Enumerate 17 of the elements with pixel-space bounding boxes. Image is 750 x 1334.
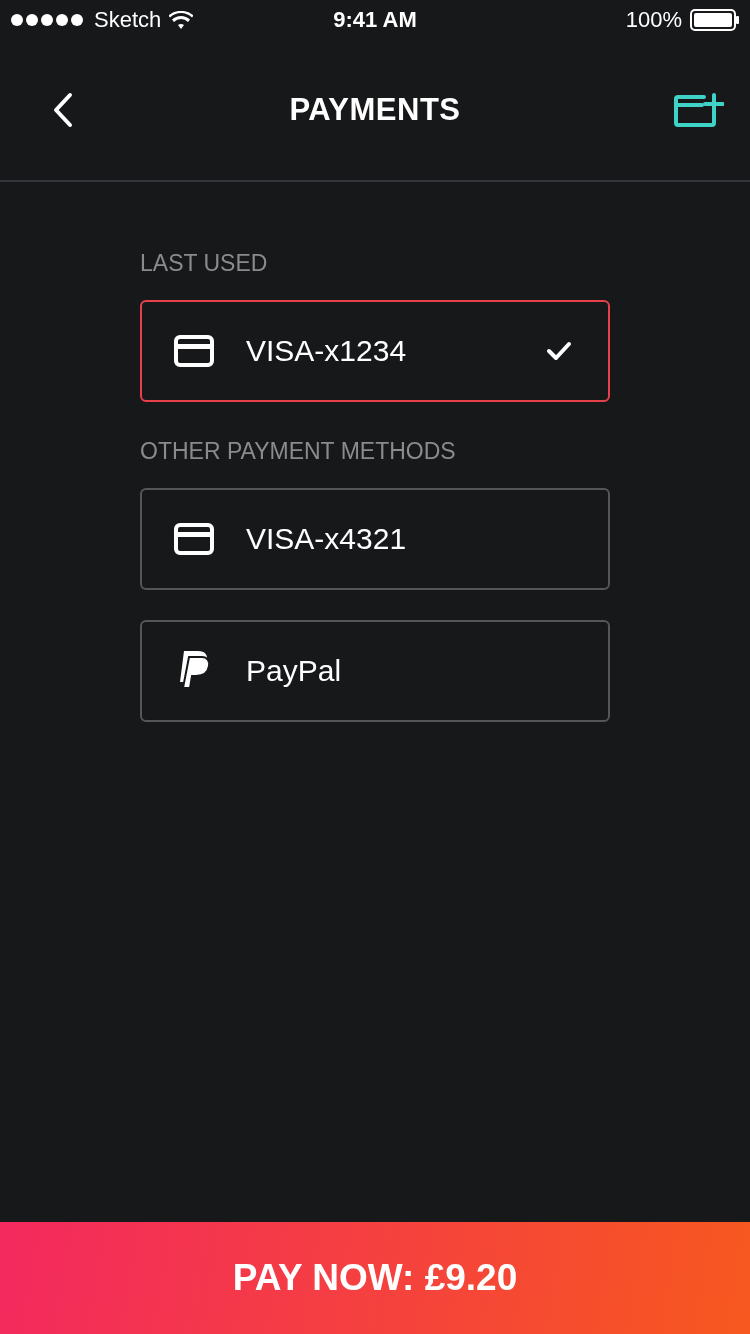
battery-percent: 100% [625,7,682,33]
clock-time: 9:41 AM [333,7,417,33]
payment-method-option[interactable]: VISA-x4321 [140,488,610,590]
wifi-icon [169,11,194,29]
checkmark-icon [546,341,572,361]
payment-method-option[interactable]: VISA-x1234 [140,300,610,402]
credit-card-icon [174,335,214,367]
section-label: LAST USED [140,250,269,278]
section-label: OTHER PAYMENT METHODS [140,438,457,466]
credit-card-icon [174,523,214,555]
pay-now-button[interactable]: PAY NOW: £9.20 [0,1222,750,1334]
signal-icon [10,13,86,27]
battery-icon [690,9,740,31]
add-card-button[interactable] [674,93,724,127]
page-title: PAYMENTS [289,92,461,128]
payment-method-option[interactable]: PayPal [140,620,610,722]
carrier-name: Sketch [94,7,162,33]
